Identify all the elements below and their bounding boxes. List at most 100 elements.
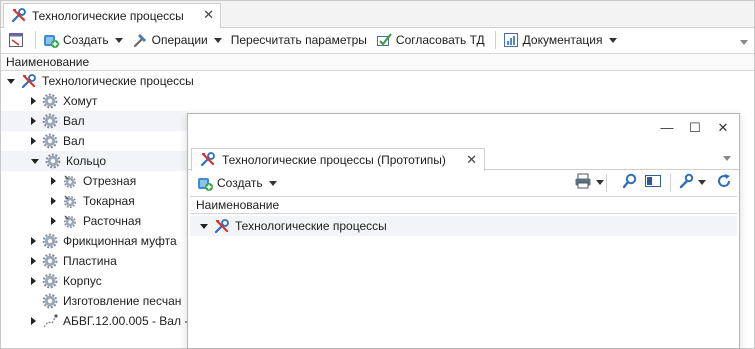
expand-arrow-icon[interactable]: [31, 137, 36, 145]
maximize-icon[interactable]: ☐: [687, 120, 703, 136]
create-button[interactable]: Создать: [194, 172, 280, 194]
column-header-name[interactable]: Наименование: [1, 53, 754, 71]
tree-item-ring[interactable]: Кольцо: [1, 151, 189, 171]
tree-item-turning[interactable]: Токарная: [51, 191, 135, 211]
window-tree-root-label: Технологические процессы: [235, 219, 387, 233]
tree-item-label: Фрикционная муфта: [63, 234, 177, 248]
chart-doc-icon: [503, 32, 519, 48]
tree-item-route[interactable]: АБВГ.12.00.005 - Вал -: [31, 311, 188, 331]
tree-item-sand-casting[interactable]: Изготовление песчан: [36, 291, 181, 311]
expand-arrow-icon[interactable]: [31, 317, 36, 325]
column-header-name[interactable]: Наименование: [190, 196, 737, 214]
expand-arrow-icon[interactable]: [31, 277, 36, 285]
expand-arrow-icon[interactable]: [31, 237, 36, 245]
chevron-down-icon: [698, 180, 706, 185]
recalc-button[interactable]: Пересчитать параметры: [228, 29, 370, 51]
docs-button[interactable]: Документация: [500, 29, 620, 51]
prototypes-window: — ☐ ✕ Технологические процессы (Прототип…: [187, 113, 740, 349]
tree-item-label: Токарная: [83, 194, 135, 208]
operations-label: Операции: [151, 33, 208, 47]
expand-arrow-icon[interactable]: [31, 117, 36, 125]
create-icon: [197, 175, 213, 191]
wrench-icon: [678, 173, 694, 192]
print-button[interactable]: [574, 173, 604, 192]
tree-item-label: Вал: [63, 114, 85, 128]
tree-item-label: Пластина: [63, 254, 117, 268]
main-tabstrip: Технологические процессы ✕: [1, 1, 754, 28]
tree-item-label: Корпус: [63, 274, 102, 288]
operations-button[interactable]: Операции: [129, 29, 225, 51]
main-toolbar: Создать Операции Пересчитать параметры С…: [1, 28, 754, 52]
tree-item-clutch[interactable]: Фрикционная муфта: [31, 231, 177, 251]
chevron-down-icon: [213, 37, 222, 43]
chevron-down-icon[interactable]: [740, 34, 748, 48]
tree-item-clamp[interactable]: Хомут: [31, 91, 751, 111]
tools-icon: [200, 151, 216, 170]
tree-item-label: Отрезная: [83, 174, 137, 188]
tree-item-boring[interactable]: Расточная: [51, 211, 141, 231]
tools-icon: [214, 218, 230, 234]
tree-item-cutting[interactable]: Отрезная: [51, 171, 136, 191]
tree-item-label: Изготовление песчан: [63, 294, 182, 308]
tree-item-label: Кольцо: [66, 154, 107, 168]
chevron-down-icon: [268, 180, 277, 186]
tab-label: Технологические процессы: [32, 9, 184, 23]
gear-icon: [42, 113, 58, 129]
window-titlebar[interactable]: — ☐ ✕: [188, 114, 739, 142]
settings-button[interactable]: [678, 173, 706, 192]
tree-item-shaft-1[interactable]: Вал: [1, 111, 189, 131]
refresh-button[interactable]: [716, 173, 732, 192]
expand-arrow-icon[interactable]: [51, 217, 56, 225]
chevron-down-icon: [596, 180, 604, 185]
expand-arrow-icon[interactable]: [31, 257, 36, 265]
tree-item-label: АБВГ.12.00.005 - Вал -: [63, 314, 189, 328]
close-icon[interactable]: ✕: [466, 152, 477, 168]
collapse-arrow-icon[interactable]: [31, 158, 39, 164]
recalc-label: Пересчитать параметры: [230, 33, 367, 47]
toolbar-separator: [606, 174, 607, 192]
approve-label: Согласовать ТД: [395, 33, 485, 47]
panel-toggle-button[interactable]: [644, 173, 662, 192]
tree-item-housing[interactable]: Корпус: [31, 271, 102, 291]
route-icon: [42, 313, 58, 329]
minimize-icon[interactable]: —: [659, 120, 675, 135]
tree-root[interactable]: Технологические процессы: [7, 71, 747, 91]
search-icon: [622, 173, 638, 192]
tab-tech-processes[interactable]: Технологические процессы ✕: [3, 3, 221, 28]
operation-gear-icon: [62, 173, 78, 189]
tree-item-shaft-2[interactable]: Вал: [31, 131, 85, 151]
tools-icon: [11, 7, 27, 26]
collapse-arrow-icon[interactable]: [7, 78, 15, 84]
window-tabstrip: Технологические процессы (Прототипы) ✕: [188, 144, 739, 171]
gear-icon: [42, 233, 58, 249]
view-button[interactable]: [5, 29, 28, 51]
tab-prototypes[interactable]: Технологические процессы (Прототипы) ✕: [191, 148, 485, 171]
approve-button[interactable]: Согласовать ТД: [373, 29, 488, 51]
tree-root-label: Технологические процессы: [42, 74, 194, 88]
gear-icon: [42, 293, 58, 309]
window-tree-root[interactable]: Технологические процессы: [190, 216, 737, 236]
toolbar-separator: [494, 31, 496, 49]
close-icon[interactable]: ✕: [715, 120, 731, 136]
refresh-icon: [716, 173, 732, 192]
tab-label: Технологические процессы (Прототипы): [222, 153, 446, 167]
tree-item-plate[interactable]: Пластина: [31, 251, 117, 271]
close-icon[interactable]: ✕: [203, 8, 214, 22]
tree-item-label: Вал: [63, 134, 85, 148]
gear-icon: [42, 133, 58, 149]
panel-icon: [644, 173, 662, 192]
create-button[interactable]: Создать: [40, 29, 126, 51]
docs-label: Документация: [522, 33, 603, 47]
tree-item-label: Хомут: [63, 94, 98, 108]
gear-icon: [42, 273, 58, 289]
gear-icon: [42, 93, 58, 109]
chevron-down-icon: [608, 37, 617, 43]
create-label: Создать: [217, 176, 263, 190]
search-button[interactable]: [622, 173, 638, 192]
view-window-icon: [8, 32, 24, 48]
expand-arrow-icon[interactable]: [51, 177, 56, 185]
expand-arrow-icon[interactable]: [31, 97, 36, 105]
chevron-down-icon[interactable]: [723, 156, 731, 161]
expand-arrow-icon[interactable]: [51, 197, 56, 205]
collapse-arrow-icon[interactable]: [200, 223, 208, 229]
